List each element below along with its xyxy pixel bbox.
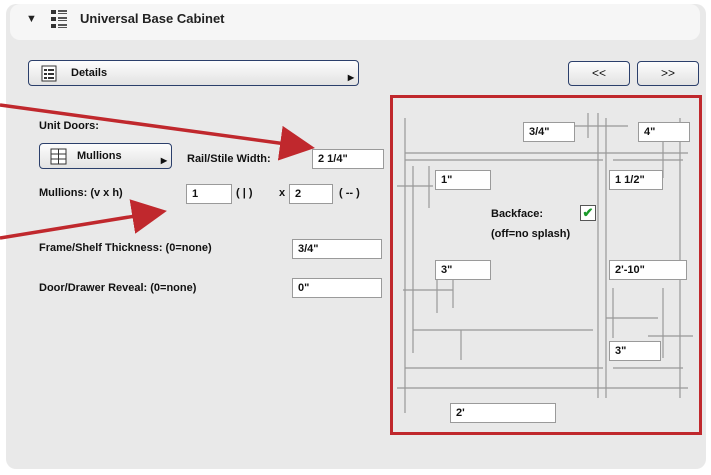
reveal-input[interactable]: 0" (292, 278, 382, 298)
top-middle-input[interactable]: 3/4" (523, 122, 575, 142)
triangle-down-icon[interactable]: ▼ (26, 13, 37, 25)
mullion-grid-icon (50, 148, 67, 165)
details-list-icon (41, 65, 57, 82)
cabinet-diagram: 3/4" 4" 1" 1 1/2" Backface: ✔ (off=no sp… (390, 95, 702, 435)
backface-label: Backface: (491, 208, 543, 220)
horizontal-symbol-label: ( -- ) (339, 187, 360, 199)
dropdown-arrow-icon: ▶ (347, 73, 354, 82)
bottom-input[interactable]: 2' (450, 403, 556, 423)
dropdown-arrow-icon: ▶ (160, 156, 167, 165)
details-dropdown[interactable]: Details ▶ (28, 60, 359, 86)
backface-note: (off=no splash) (491, 228, 571, 240)
unit-doors-label: Unit Doors: (39, 120, 99, 132)
rail-stile-input[interactable]: 2 1/4" (312, 149, 384, 169)
frame-shelf-label: Frame/Shelf Thickness: (0=none) (39, 242, 212, 254)
mullions-vertical-input[interactable]: 1 (186, 184, 232, 204)
reveal-label: Door/Drawer Reveal: (0=none) (39, 282, 197, 294)
rail-stile-label: Rail/Stile Width: (187, 153, 271, 165)
frame-shelf-input[interactable]: 3/4" (292, 239, 382, 259)
previous-page-button[interactable]: << (568, 61, 630, 86)
right-middle-input[interactable]: 2'-10" (609, 260, 687, 280)
details-label: Details (71, 67, 108, 79)
backface-checkbox[interactable]: ✔ (580, 205, 596, 221)
top-right-input[interactable]: 4" (638, 122, 690, 142)
next-page-button[interactable]: >> (637, 61, 699, 86)
left-middle-input[interactable]: 3" (435, 260, 491, 280)
times-label: x (279, 187, 286, 199)
mullions-dropdown[interactable]: Mullions ▶ (39, 143, 172, 169)
right-lower-input[interactable]: 3" (609, 341, 661, 361)
mullions-label: Mullions (77, 150, 122, 162)
mullions-horizontal-input[interactable]: 2 (289, 184, 333, 204)
vertical-symbol-label: ( | ) (236, 187, 253, 199)
mullions-count-label: Mullions: (v x h) (39, 187, 123, 199)
right-upper-input[interactable]: 1 1/2" (609, 170, 663, 190)
left-upper-input[interactable]: 1" (435, 170, 491, 190)
cabinet-grid-icon (51, 10, 67, 28)
panel-title: Universal Base Cabinet (80, 11, 225, 26)
